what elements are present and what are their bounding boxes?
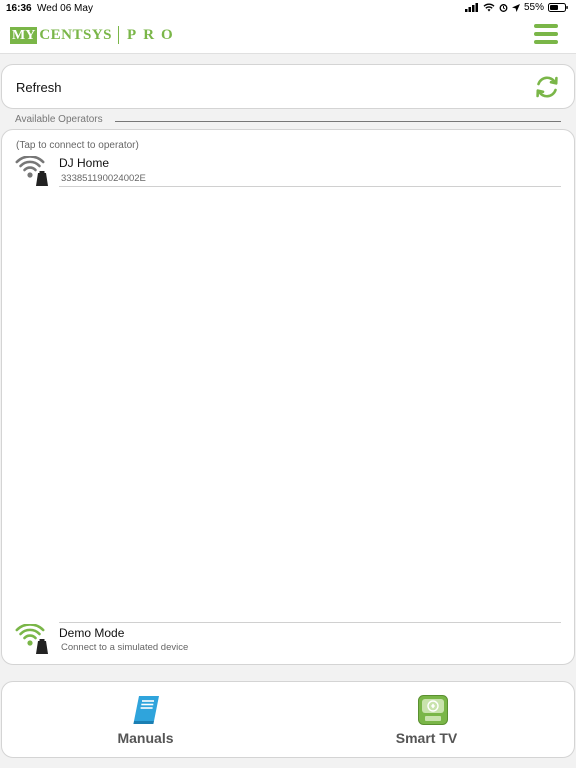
battery-percentage: 55%	[523, 2, 544, 13]
tab-smart-tv[interactable]: Smart TV	[289, 682, 576, 757]
bottom-tab-bar: Manuals Smart TV	[1, 681, 575, 758]
tab-smart-tv-label: Smart TV	[395, 730, 458, 746]
status-indicators: 55%	[464, 2, 568, 13]
operator-name: DJ Home	[59, 156, 110, 170]
row-divider	[59, 186, 561, 187]
signal-icon	[464, 3, 478, 12]
demo-mode-item[interactable]: Demo Mode Connect to a simulated device	[2, 622, 574, 658]
wifi-operator-icon	[15, 156, 48, 186]
refresh-label: Refresh	[16, 80, 62, 95]
smart-tv-icon	[417, 695, 448, 725]
operator-id: 333851190024002E	[61, 173, 146, 184]
operators-panel: (Tap to connect to operator) DJ Home 333…	[1, 129, 575, 665]
hamburger-menu-icon[interactable]	[534, 24, 558, 44]
refresh-icon[interactable]	[534, 74, 560, 100]
logo-my: MY	[10, 26, 38, 44]
status-time: 16:36	[6, 3, 32, 14]
status-date: Wed 06 May	[37, 3, 93, 14]
demo-mode-subtitle: Connect to a simulated device	[61, 642, 189, 653]
connect-hint: (Tap to connect to operator)	[16, 140, 139, 151]
wifi-operator-demo-icon	[15, 624, 48, 654]
row-divider	[59, 622, 561, 623]
section-divider	[115, 121, 561, 122]
demo-mode-name: Demo Mode	[59, 626, 125, 640]
tab-manuals-label: Manuals	[117, 730, 174, 746]
status-bar: 16:36 Wed 06 May 55%	[0, 0, 576, 18]
tab-manuals[interactable]: Manuals	[2, 682, 289, 757]
app-header: MY CENTSYS PRO	[0, 18, 576, 54]
manual-book-icon	[132, 696, 159, 724]
battery-icon	[548, 3, 568, 12]
wifi-status-icon	[483, 3, 495, 12]
section-title: Available Operators	[15, 114, 103, 125]
refresh-button[interactable]: Refresh	[1, 64, 575, 109]
centsys-logo: MY CENTSYS PRO	[10, 26, 180, 44]
logo-suffix: PRO	[127, 26, 180, 43]
operator-item[interactable]: DJ Home 333851190024002E	[2, 154, 574, 190]
location-icon	[511, 3, 520, 12]
logo-separator	[118, 26, 120, 44]
alarm-icon	[499, 4, 508, 12]
logo-brand: CENTSYS	[39, 26, 113, 43]
